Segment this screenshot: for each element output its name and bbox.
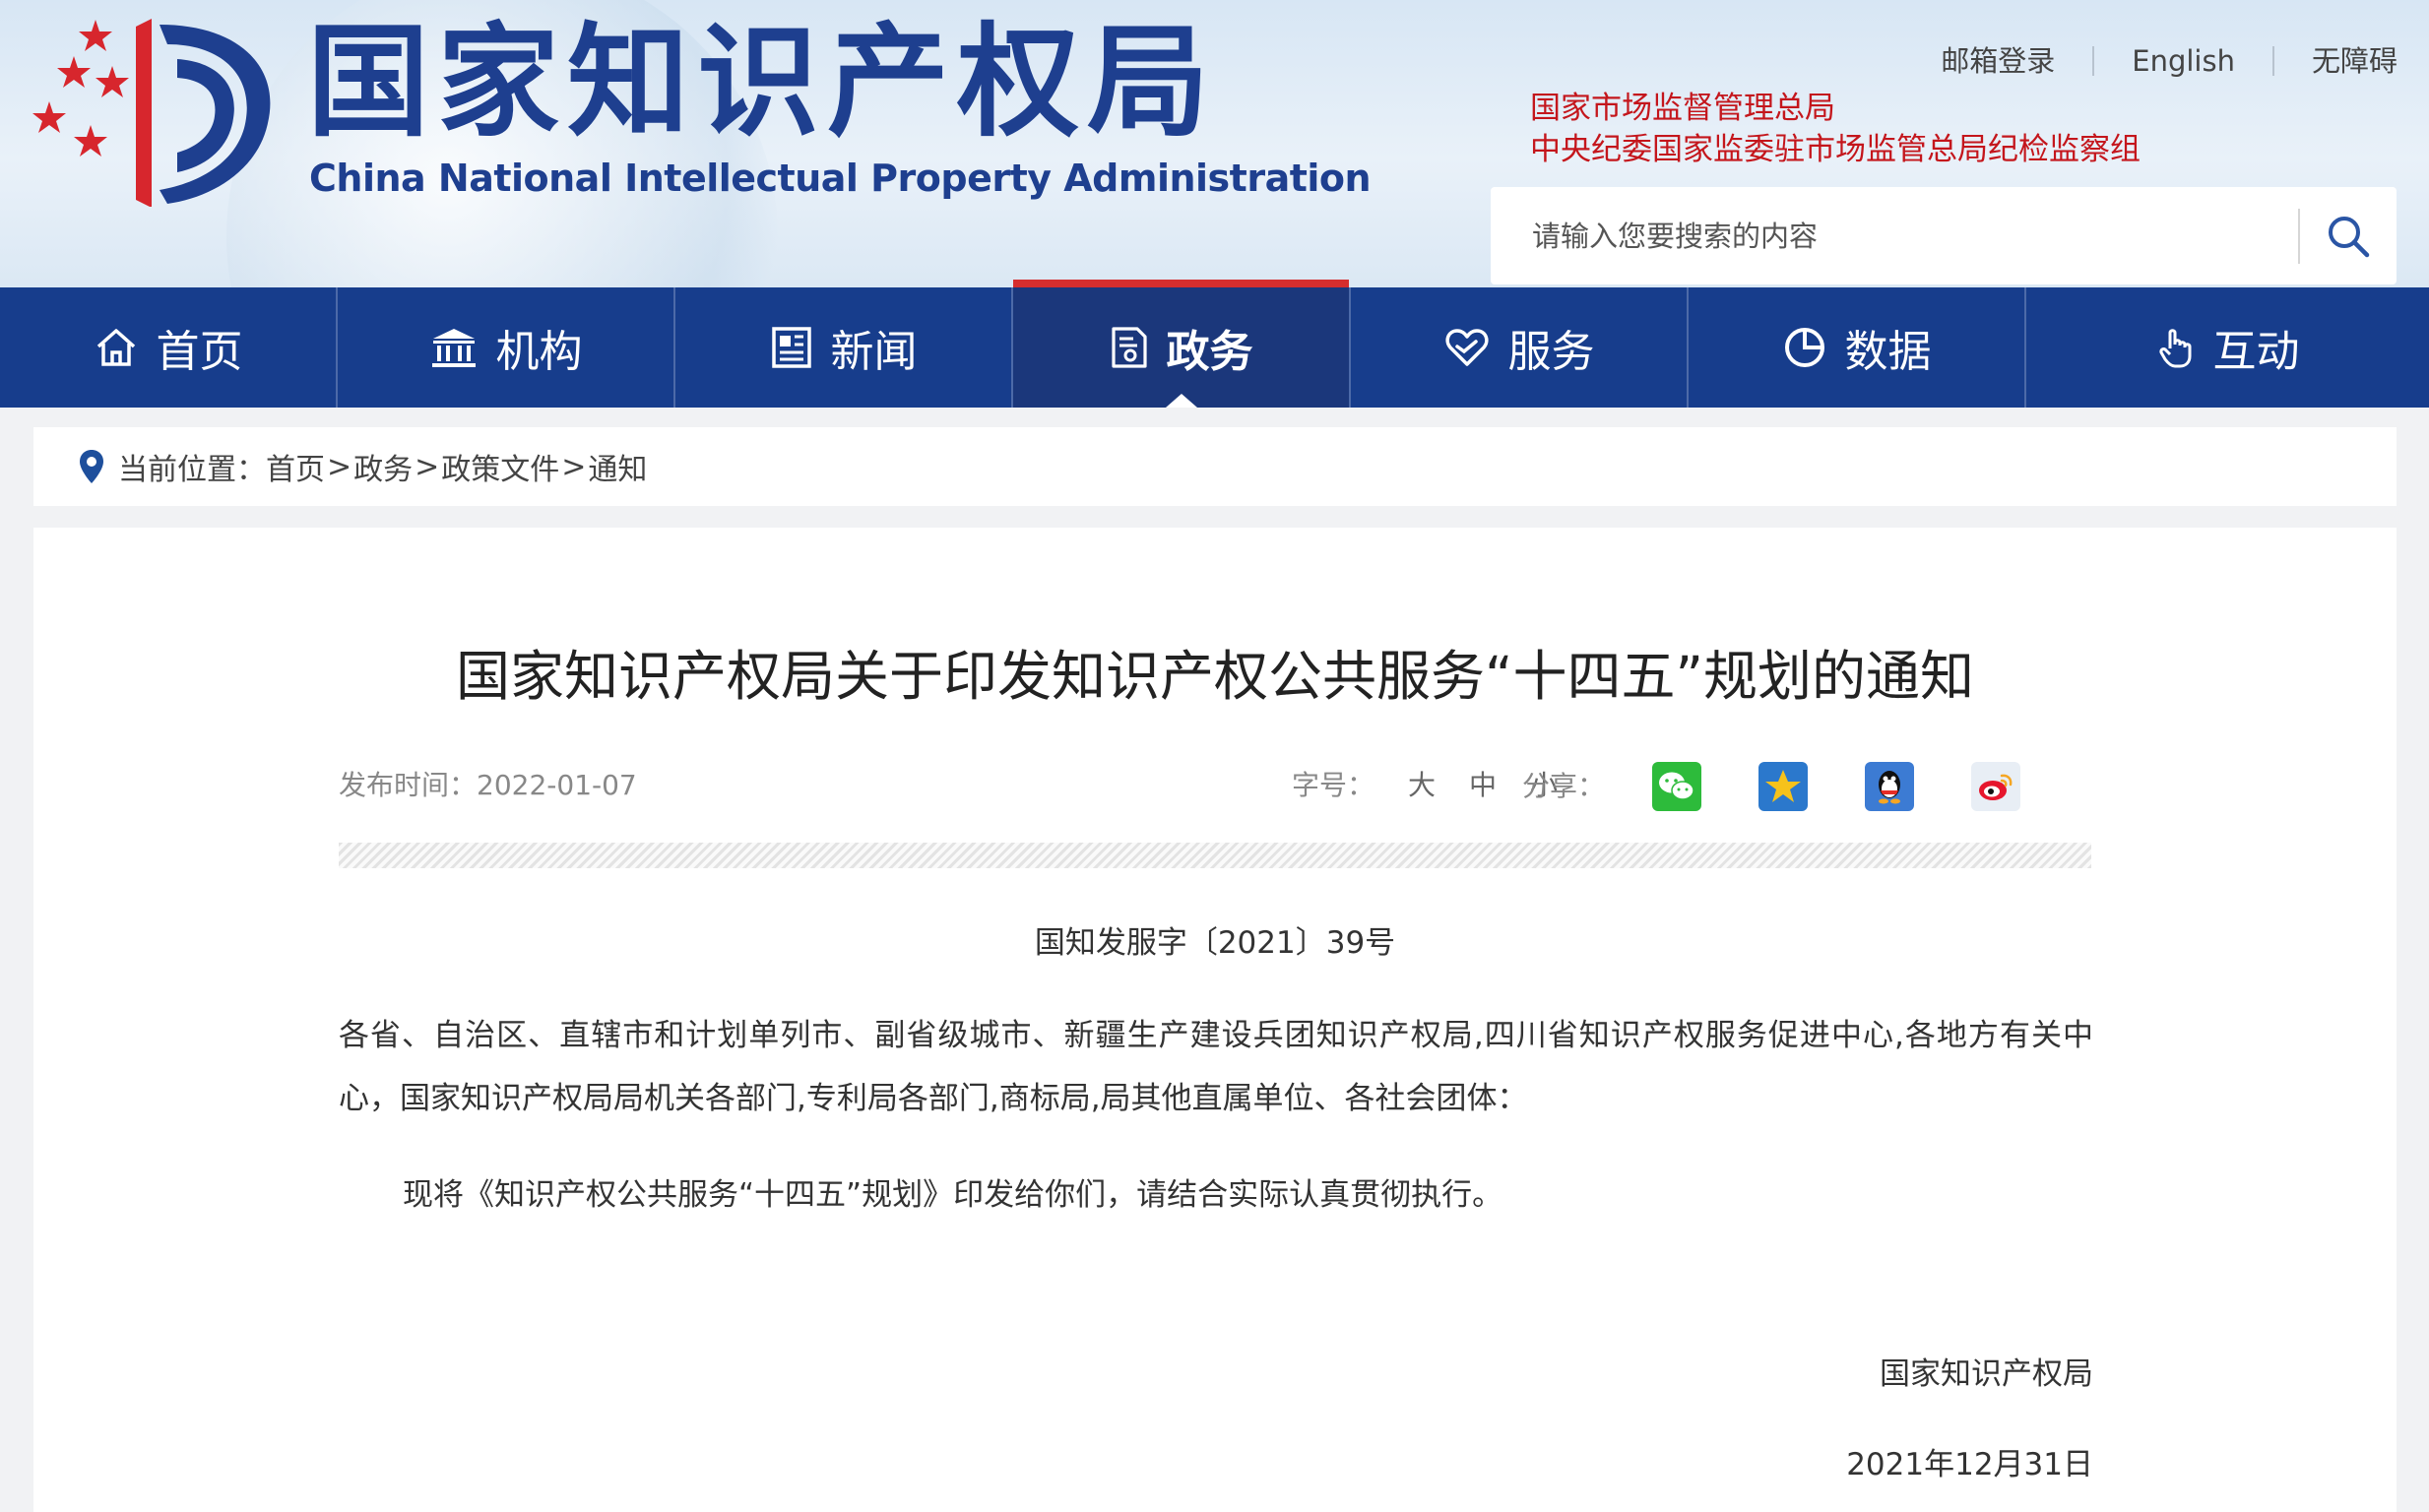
weibo-icon	[1979, 774, 2013, 800]
hatched-divider	[339, 843, 2091, 868]
top-links: 邮箱登录 English 无障碍	[1903, 41, 2397, 81]
cnipa-emblem-icon[interactable]	[30, 15, 276, 207]
search-icon	[2329, 216, 2370, 257]
font-size-large[interactable]: 大	[1408, 762, 1436, 809]
qq-share-button[interactable]	[1865, 762, 1915, 811]
site-header: 国家知识产权局 China National Intellectual Prop…	[0, 0, 2429, 287]
weibo-share-button[interactable]	[1971, 762, 2021, 811]
body-paragraph: 现将《知识产权公共服务“十四五”规划》印发给你们，请结合实际认真贯彻执行。	[403, 1177, 1503, 1213]
search-input[interactable]	[1530, 218, 2299, 254]
nav-item-news[interactable]: 新闻	[675, 287, 1013, 408]
addressees-paragraph: 各省、自治区、直辖市和计划单列市、副省级城市、新疆生产建设兵团知识产权局,四川省…	[339, 1018, 2093, 1116]
location-pin-icon	[80, 450, 103, 483]
government-affairs-icon	[1111, 327, 1147, 368]
breadcrumb-government-affairs[interactable]: 政务	[353, 445, 413, 488]
breadcrumb-policy-documents[interactable]: 政策文件	[441, 445, 559, 488]
wechat-icon	[1659, 772, 1694, 800]
qq-icon	[1879, 771, 1901, 804]
article-meta: 发布时间：2022-01-07 字号： 大 中 小 分享：	[339, 762, 2091, 811]
breadcrumb: 当前位置： 首页 > 政务 > 政策文件 > 通知	[33, 427, 2397, 506]
breadcrumb-separator: >	[415, 449, 440, 484]
qzone-share-button[interactable]	[1758, 762, 1809, 811]
share-label: 分享：	[1522, 770, 1606, 802]
search-button[interactable]	[2300, 187, 2397, 284]
nav-item-service[interactable]: 服务	[1351, 287, 1689, 408]
search-box	[1491, 187, 2397, 284]
touch-hand-icon	[2158, 329, 2191, 368]
breadcrumb-notice[interactable]: 通知	[588, 445, 647, 488]
nav-item-institution[interactable]: 机构	[338, 287, 675, 408]
breadcrumb-home[interactable]: 首页	[266, 445, 325, 488]
nav-label: 新闻	[830, 327, 918, 377]
publish-label: 发布时间：	[339, 769, 478, 801]
nav-item-interaction[interactable]: 互动	[2026, 287, 2429, 408]
nav-label: 政务	[1166, 327, 1253, 377]
main-nav: 首页 机构 新闻 政务 服务 数据 互动	[0, 280, 2429, 408]
home-icon	[96, 329, 135, 366]
publish-info: 发布时间：2022-01-07	[339, 762, 637, 809]
english-link[interactable]: English	[2094, 41, 2272, 81]
accessibility-link[interactable]: 无障碍	[2274, 41, 2397, 81]
news-icon	[771, 327, 811, 368]
share-bar: 分享：	[1522, 762, 2021, 811]
breadcrumb-separator: >	[561, 449, 587, 484]
nav-item-government-affairs[interactable]: 政务	[1013, 280, 1351, 408]
publish-date: 2022-01-07	[477, 769, 637, 801]
institution-icon	[431, 329, 476, 367]
article-title: 国家知识产权局关于印发知识产权公共服务“十四五”规划的通知	[456, 645, 1974, 708]
nav-label: 互动	[2212, 327, 2300, 377]
samr-link[interactable]: 国家市场监督管理总局	[1530, 87, 1835, 130]
nav-label: 机构	[495, 327, 583, 377]
article-container: 国家知识产权局关于印发知识产权公共服务“十四五”规划的通知 发布时间：2022-…	[33, 528, 2397, 1512]
site-logo-english[interactable]: China National Intellectual Property Adm…	[309, 154, 1372, 203]
font-size-label: 字号：	[1292, 769, 1375, 801]
nav-label: 服务	[1507, 327, 1595, 377]
signature: 国家知识产权局	[1880, 1356, 2093, 1392]
site-logo-chinese[interactable]: 国家知识产权局	[307, 14, 1217, 152]
document-number: 国知发服字〔2021〕39号	[1034, 925, 1396, 961]
breadcrumb-prefix: 当前位置：	[118, 453, 266, 487]
nav-label: 首页	[156, 327, 243, 377]
mail-login-link[interactable]: 邮箱登录	[1903, 41, 2092, 81]
breadcrumb-separator: >	[327, 449, 352, 484]
nav-item-data[interactable]: 数据	[1689, 287, 2026, 408]
signature-date: 2021年12月31日	[1846, 1447, 2093, 1482]
discipline-inspection-link[interactable]: 中央纪委国家监委驻市场监管总局纪检监察组	[1530, 128, 2141, 171]
nav-item-home[interactable]: 首页	[0, 287, 338, 408]
service-heart-icon	[1444, 329, 1489, 366]
wechat-share-button[interactable]	[1652, 762, 1702, 811]
qzone-icon	[1765, 770, 1802, 802]
pie-chart-icon	[1784, 328, 1824, 367]
font-size-medium[interactable]: 中	[1469, 762, 1497, 809]
nav-label: 数据	[1844, 327, 1932, 377]
